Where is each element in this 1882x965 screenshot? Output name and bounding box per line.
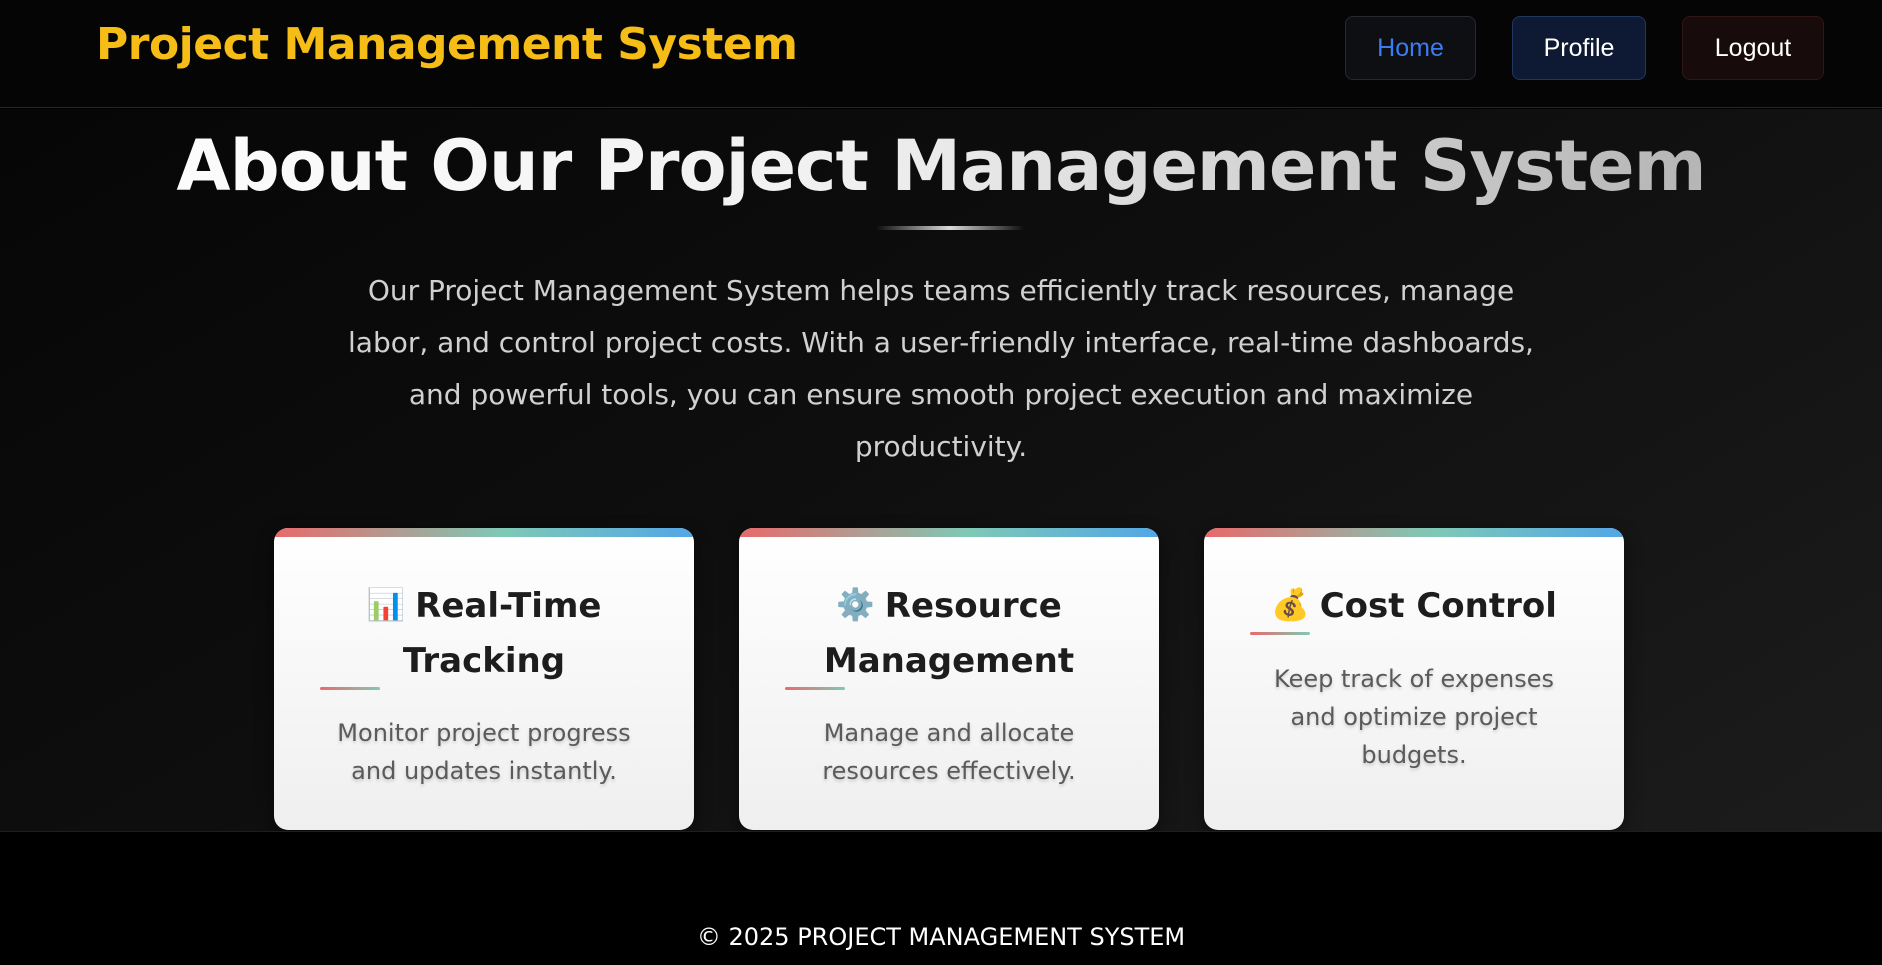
- about-title: About Our Project Management System: [0, 125, 1882, 207]
- nav-logout-button[interactable]: Logout: [1682, 16, 1824, 80]
- top-navbar: Project Management System Home Profile L…: [0, 0, 1882, 108]
- money-bag-icon: 💰: [1271, 587, 1310, 623]
- feature-card-title: ⚙️ Resource Management: [759, 578, 1139, 689]
- card-divider: [1250, 632, 1310, 635]
- feature-card-title: 📊 Real-Time Tracking: [294, 578, 674, 689]
- feature-card-description: Keep track of expenses and optimize proj…: [1274, 665, 1554, 769]
- card-accent-bar: [739, 528, 1159, 537]
- feature-card-title-text: Cost Control: [1319, 586, 1557, 626]
- feature-card-resource-management: ⚙️ Resource Management Manage and allocat…: [739, 528, 1159, 830]
- card-accent-bar: [1204, 528, 1624, 537]
- gear-icon: ⚙️: [836, 587, 875, 623]
- nav-home-button[interactable]: Home: [1345, 16, 1476, 80]
- title-divider: [876, 226, 1024, 230]
- feature-card-description: Monitor project progress and updates ins…: [337, 719, 631, 785]
- card-divider: [320, 687, 380, 690]
- feature-card-description: Manage and allocate resources effectivel…: [822, 719, 1076, 785]
- feature-card-real-time-tracking: 📊 Real-Time Tracking Monitor project prog…: [274, 528, 694, 830]
- about-section: About Our Project Management System Our …: [0, 109, 1882, 832]
- card-divider: [785, 687, 845, 690]
- card-accent-bar: [274, 528, 694, 537]
- about-description: Our Project Management System helps team…: [348, 274, 1534, 463]
- footer-copyright: © 2025 PROJECT MANAGEMENT SYSTEM: [696, 923, 1186, 951]
- nav-profile-button[interactable]: Profile: [1512, 16, 1646, 80]
- page-footer: © 2025 PROJECT MANAGEMENT SYSTEM: [0, 833, 1882, 965]
- bar-chart-icon: 📊: [366, 587, 406, 623]
- feature-card-cost-control: 💰 Cost Control Keep track of expenses and…: [1204, 528, 1624, 830]
- feature-card-title-text: Real-Time Tracking: [402, 586, 602, 681]
- feature-card-title: 💰 Cost Control: [1224, 578, 1604, 634]
- site-brand[interactable]: Project Management System: [96, 19, 798, 70]
